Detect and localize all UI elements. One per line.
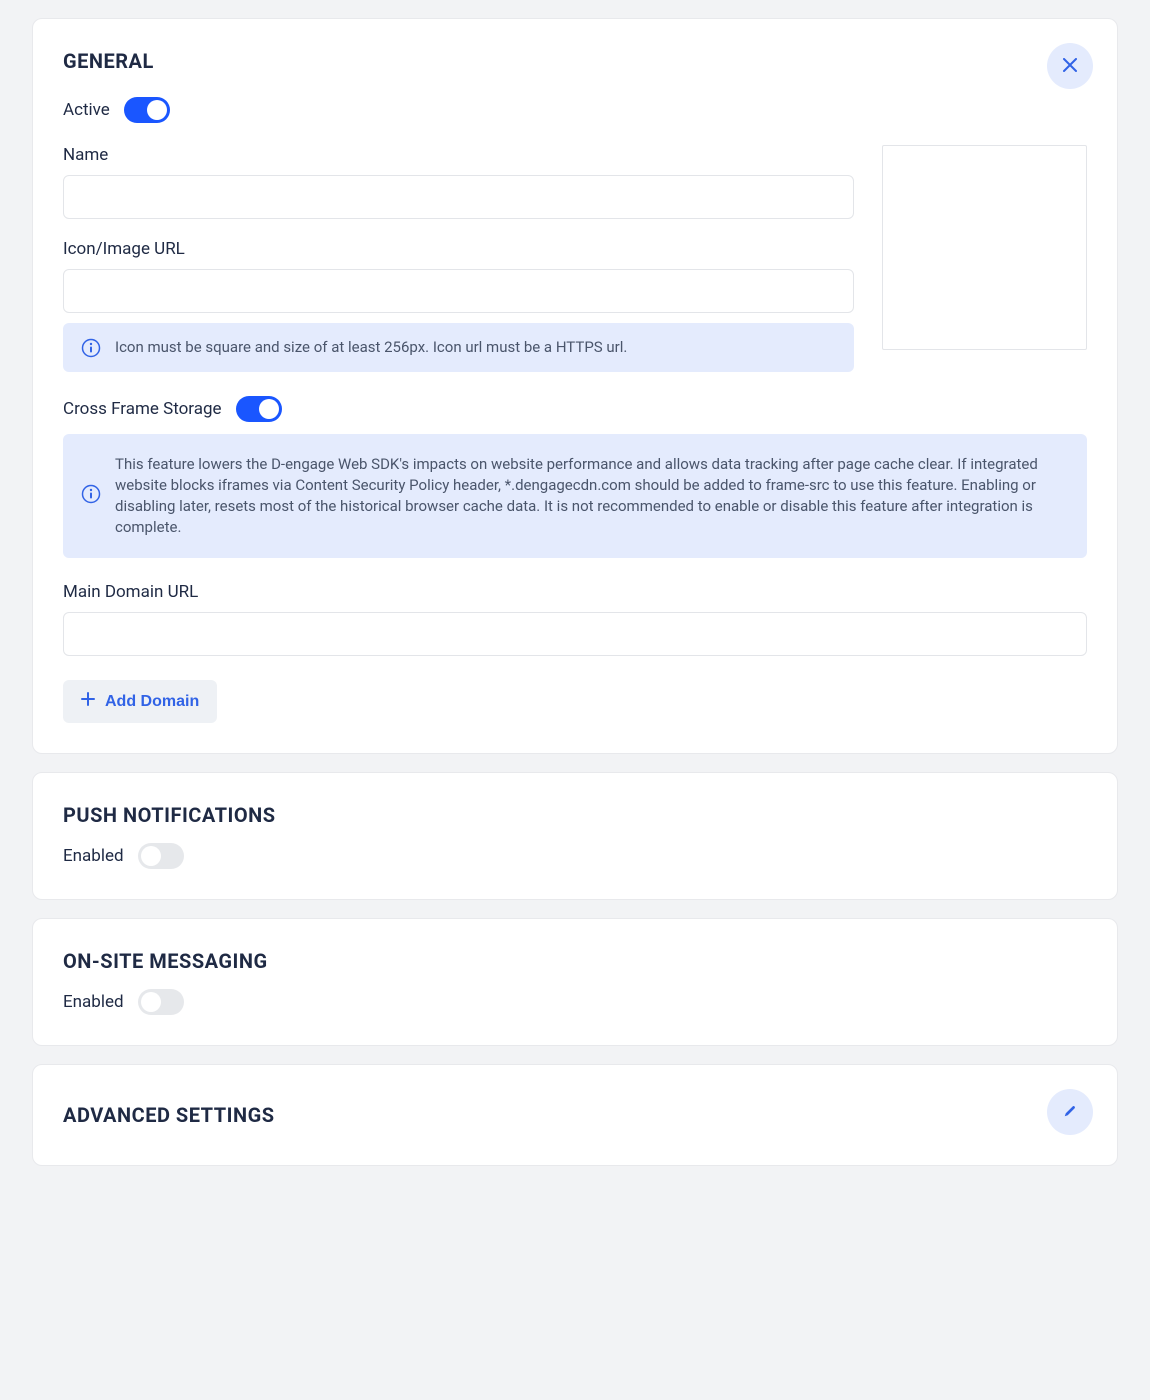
icon-info-text: Icon must be square and size of at least…: [115, 337, 627, 358]
advanced-title: ADVANCED SETTINGS: [63, 1103, 1087, 1127]
edit-button[interactable]: [1047, 1089, 1093, 1135]
name-label: Name: [63, 145, 854, 165]
toggle-knob: [141, 846, 161, 866]
toggle-knob: [147, 100, 167, 120]
toggle-knob: [259, 399, 279, 419]
name-icon-row: Name Icon/Image URL Icon must be square …: [63, 145, 1087, 372]
info-icon: [81, 484, 101, 504]
icon-url-label: Icon/Image URL: [63, 239, 854, 259]
add-domain-button[interactable]: Add Domain: [63, 680, 217, 723]
onsite-title: ON-SITE MESSAGING: [63, 949, 1087, 973]
onsite-enabled-toggle[interactable]: [138, 989, 184, 1015]
push-title: PUSH NOTIFICATIONS: [63, 803, 1087, 827]
name-input[interactable]: [63, 175, 854, 219]
active-row: Active: [63, 97, 1087, 123]
pencil-icon: [1063, 1104, 1077, 1121]
general-section: GENERAL Active Name Icon/Image URL: [32, 18, 1118, 754]
icon-info-banner: Icon must be square and size of at least…: [63, 323, 854, 372]
cross-frame-row: Cross Frame Storage: [63, 396, 1087, 422]
main-domain-label: Main Domain URL: [63, 582, 1087, 602]
onsite-enabled-row: Enabled: [63, 989, 1087, 1015]
onsite-section: ON-SITE MESSAGING Enabled: [32, 918, 1118, 1046]
close-icon: [1063, 58, 1077, 75]
plus-icon: [81, 692, 95, 711]
cross-frame-toggle[interactable]: [236, 396, 282, 422]
active-label: Active: [63, 100, 110, 120]
cross-frame-info-text: This feature lowers the D-engage Web SDK…: [115, 454, 1069, 538]
icon-url-input[interactable]: [63, 269, 854, 313]
main-domain-input[interactable]: [63, 612, 1087, 656]
general-title: GENERAL: [63, 49, 1087, 73]
onsite-enabled-label: Enabled: [63, 992, 124, 1012]
icon-preview: [882, 145, 1087, 350]
add-domain-label: Add Domain: [105, 693, 199, 711]
icon-url-field: Icon/Image URL Icon must be square and s…: [63, 239, 854, 372]
toggle-knob: [141, 992, 161, 1012]
cross-frame-info-banner: This feature lowers the D-engage Web SDK…: [63, 434, 1087, 558]
name-field: Name: [63, 145, 854, 219]
push-enabled-label: Enabled: [63, 846, 124, 866]
advanced-section: ADVANCED SETTINGS: [32, 1064, 1118, 1166]
info-icon: [81, 338, 101, 358]
active-toggle[interactable]: [124, 97, 170, 123]
main-domain-field: Main Domain URL: [63, 582, 1087, 656]
push-section: PUSH NOTIFICATIONS Enabled: [32, 772, 1118, 900]
cross-frame-label: Cross Frame Storage: [63, 399, 222, 419]
close-button[interactable]: [1047, 43, 1093, 89]
push-enabled-toggle[interactable]: [138, 843, 184, 869]
push-enabled-row: Enabled: [63, 843, 1087, 869]
